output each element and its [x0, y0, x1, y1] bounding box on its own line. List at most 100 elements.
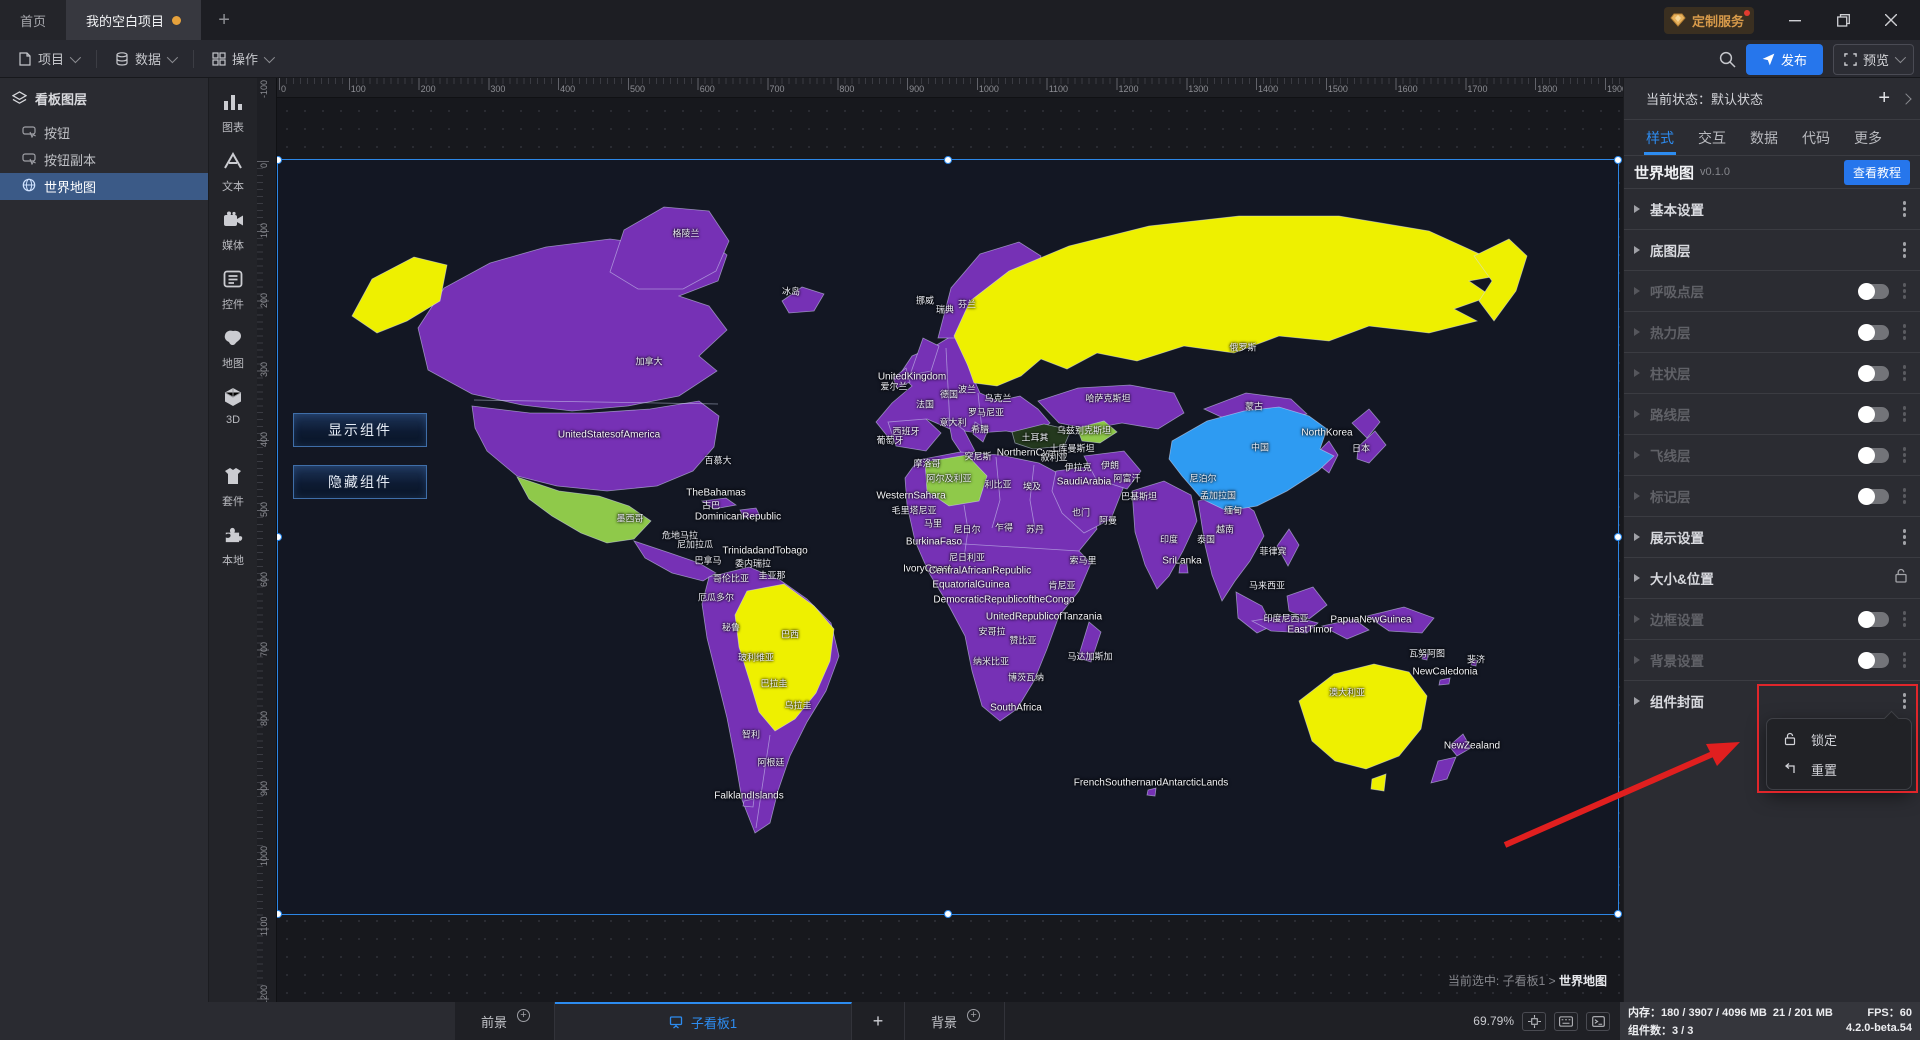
- kebab-menu-icon[interactable]: [1901, 199, 1909, 219]
- toggle-off-switch[interactable]: [1859, 448, 1889, 463]
- custom-service-badge[interactable]: 定制服务: [1664, 7, 1754, 34]
- console-button[interactable]: [1586, 1012, 1610, 1031]
- inspector-section-柱状层[interactable]: 柱状层: [1624, 352, 1920, 393]
- context-menu-item-lock[interactable]: 锁定: [1767, 724, 1911, 754]
- country-shape[interactable]: [1439, 678, 1450, 685]
- shortcut-keys-button[interactable]: [1554, 1012, 1578, 1031]
- toggle-off-switch[interactable]: [1859, 653, 1889, 668]
- inspector-tab-交互[interactable]: 交互: [1698, 120, 1726, 155]
- menu-data[interactable]: 数据: [97, 40, 193, 77]
- toolbox-item-图表[interactable]: 图表: [222, 92, 244, 135]
- toggle-off-switch[interactable]: [1859, 284, 1889, 299]
- country-shape[interactable]: [1449, 734, 1471, 756]
- maximize-button[interactable]: [1822, 0, 1864, 40]
- inspector-tab-数据[interactable]: 数据: [1750, 120, 1778, 155]
- country-shape[interactable]: [782, 287, 824, 313]
- toolbox-item-本地[interactable]: 本地: [222, 525, 244, 568]
- toggle-off-switch[interactable]: [1859, 366, 1889, 381]
- layer-item-按钮副本[interactable]: 按钮副本: [0, 146, 208, 173]
- tutorial-button[interactable]: 查看教程: [1844, 160, 1910, 185]
- inspector-section-飞线层[interactable]: 飞线层: [1624, 434, 1920, 475]
- country-shape[interactable]: [1179, 564, 1188, 573]
- add-foreground-icon[interactable]: +: [517, 1009, 530, 1022]
- inspector-tab-代码[interactable]: 代码: [1802, 120, 1830, 155]
- toolbox-item-文本[interactable]: 文本: [222, 151, 244, 194]
- preview-button[interactable]: 预览: [1833, 44, 1914, 75]
- inspector-section-基本设置[interactable]: 基本设置: [1624, 188, 1920, 229]
- kebab-menu-icon[interactable]: [1901, 322, 1909, 342]
- country-shape[interactable]: [1431, 757, 1456, 783]
- country-shape[interactable]: [1169, 407, 1334, 511]
- country-shape[interactable]: [1371, 774, 1386, 791]
- inspector-section-呼吸点层[interactable]: 呼吸点层: [1624, 270, 1920, 311]
- kebab-menu-icon[interactable]: [1901, 650, 1909, 670]
- menu-operate[interactable]: 操作: [194, 40, 290, 77]
- tab-project[interactable]: 我的空白项目: [66, 0, 201, 40]
- zoom-level[interactable]: 69.79%: [1473, 1014, 1514, 1028]
- country-shape[interactable]: [1471, 660, 1477, 666]
- country-shape[interactable]: [1299, 664, 1427, 769]
- inspector-section-展示设置[interactable]: 展示设置: [1624, 516, 1920, 557]
- kebab-menu-icon[interactable]: [1901, 240, 1909, 260]
- context-menu-item-reset[interactable]: 重置: [1767, 754, 1911, 784]
- toolbox-item-媒体[interactable]: 媒体: [222, 210, 244, 253]
- country-shape[interactable]: [634, 541, 716, 581]
- kebab-menu-icon[interactable]: [1901, 527, 1909, 547]
- search-icon[interactable]: [1719, 51, 1736, 68]
- country-shape[interactable]: [1038, 385, 1184, 429]
- background-tab[interactable]: 背景 +: [905, 1002, 1005, 1040]
- new-tab-button[interactable]: +: [201, 0, 247, 40]
- toolbox-item-套件[interactable]: 套件: [222, 466, 244, 509]
- menu-project[interactable]: 项目: [0, 40, 96, 77]
- kebab-menu-icon[interactable]: [1901, 486, 1909, 506]
- toggle-off-switch[interactable]: [1859, 612, 1889, 627]
- board-tab[interactable]: 子看板1: [555, 1002, 852, 1040]
- country-shape[interactable]: [1078, 622, 1101, 662]
- foreground-tab[interactable]: 前景 +: [455, 1002, 555, 1040]
- inspector-tab-样式[interactable]: 样式: [1646, 120, 1674, 155]
- kebab-menu-icon[interactable]: [1901, 691, 1909, 711]
- inspector-section-标记层[interactable]: 标记层: [1624, 475, 1920, 516]
- inspector-section-底图层[interactable]: 底图层: [1624, 229, 1920, 270]
- kebab-menu-icon[interactable]: [1901, 445, 1909, 465]
- country-shape[interactable]: [1474, 239, 1527, 321]
- tab-home[interactable]: 首页: [0, 0, 66, 40]
- country-shape[interactable]: [472, 401, 719, 491]
- country-shape[interactable]: [1357, 431, 1386, 463]
- country-shape[interactable]: [1277, 529, 1299, 566]
- layer-item-按钮[interactable]: 按钮: [0, 119, 208, 146]
- close-button[interactable]: [1870, 0, 1912, 40]
- inspector-section-路线层[interactable]: 路线层: [1624, 393, 1920, 434]
- country-shape[interactable]: [1422, 654, 1428, 660]
- artboard[interactable]: 格陵兰冰岛加拿大UnitedStatesofAmerica墨西哥百慕大TheBa…: [278, 160, 1618, 914]
- country-shape[interactable]: [954, 216, 1497, 386]
- country-shape[interactable]: [888, 419, 941, 451]
- toggle-off-switch[interactable]: [1859, 489, 1889, 504]
- inspector-tab-更多[interactable]: 更多: [1854, 120, 1882, 155]
- inspector-section-热力层[interactable]: 热力层: [1624, 311, 1920, 352]
- add-background-icon[interactable]: +: [967, 1009, 980, 1022]
- kebab-menu-icon[interactable]: [1901, 363, 1909, 383]
- toolbox-item-地图[interactable]: 地图: [222, 328, 244, 371]
- fit-screen-button[interactable]: [1522, 1012, 1546, 1031]
- inspector-section-大小&位置[interactable]: 大小&位置: [1624, 557, 1920, 598]
- toolbox-item-控件[interactable]: 控件: [222, 269, 244, 312]
- country-shape[interactable]: [702, 498, 736, 509]
- kebab-menu-icon[interactable]: [1901, 404, 1909, 424]
- country-shape[interactable]: [1367, 607, 1434, 633]
- add-board-button[interactable]: +: [852, 1002, 905, 1040]
- kebab-menu-icon[interactable]: [1901, 281, 1909, 301]
- toggle-off-switch[interactable]: [1859, 325, 1889, 340]
- kebab-menu-icon[interactable]: [1901, 609, 1909, 629]
- inspector-section-组件封面[interactable]: 组件封面: [1624, 680, 1920, 721]
- toggle-off-switch[interactable]: [1859, 407, 1889, 422]
- add-state-button[interactable]: +: [1868, 87, 1900, 110]
- inspector-section-背景设置[interactable]: 背景设置: [1624, 639, 1920, 680]
- inspector-section-边框设置[interactable]: 边框设置: [1624, 598, 1920, 639]
- lock-icon[interactable]: [1894, 568, 1908, 588]
- layer-item-世界地图[interactable]: 世界地图: [0, 173, 208, 200]
- minimize-button[interactable]: [1774, 0, 1816, 40]
- world-map[interactable]: [278, 160, 1618, 914]
- chevron-right-icon[interactable]: [1900, 93, 1911, 104]
- country-shape[interactable]: [1322, 619, 1369, 639]
